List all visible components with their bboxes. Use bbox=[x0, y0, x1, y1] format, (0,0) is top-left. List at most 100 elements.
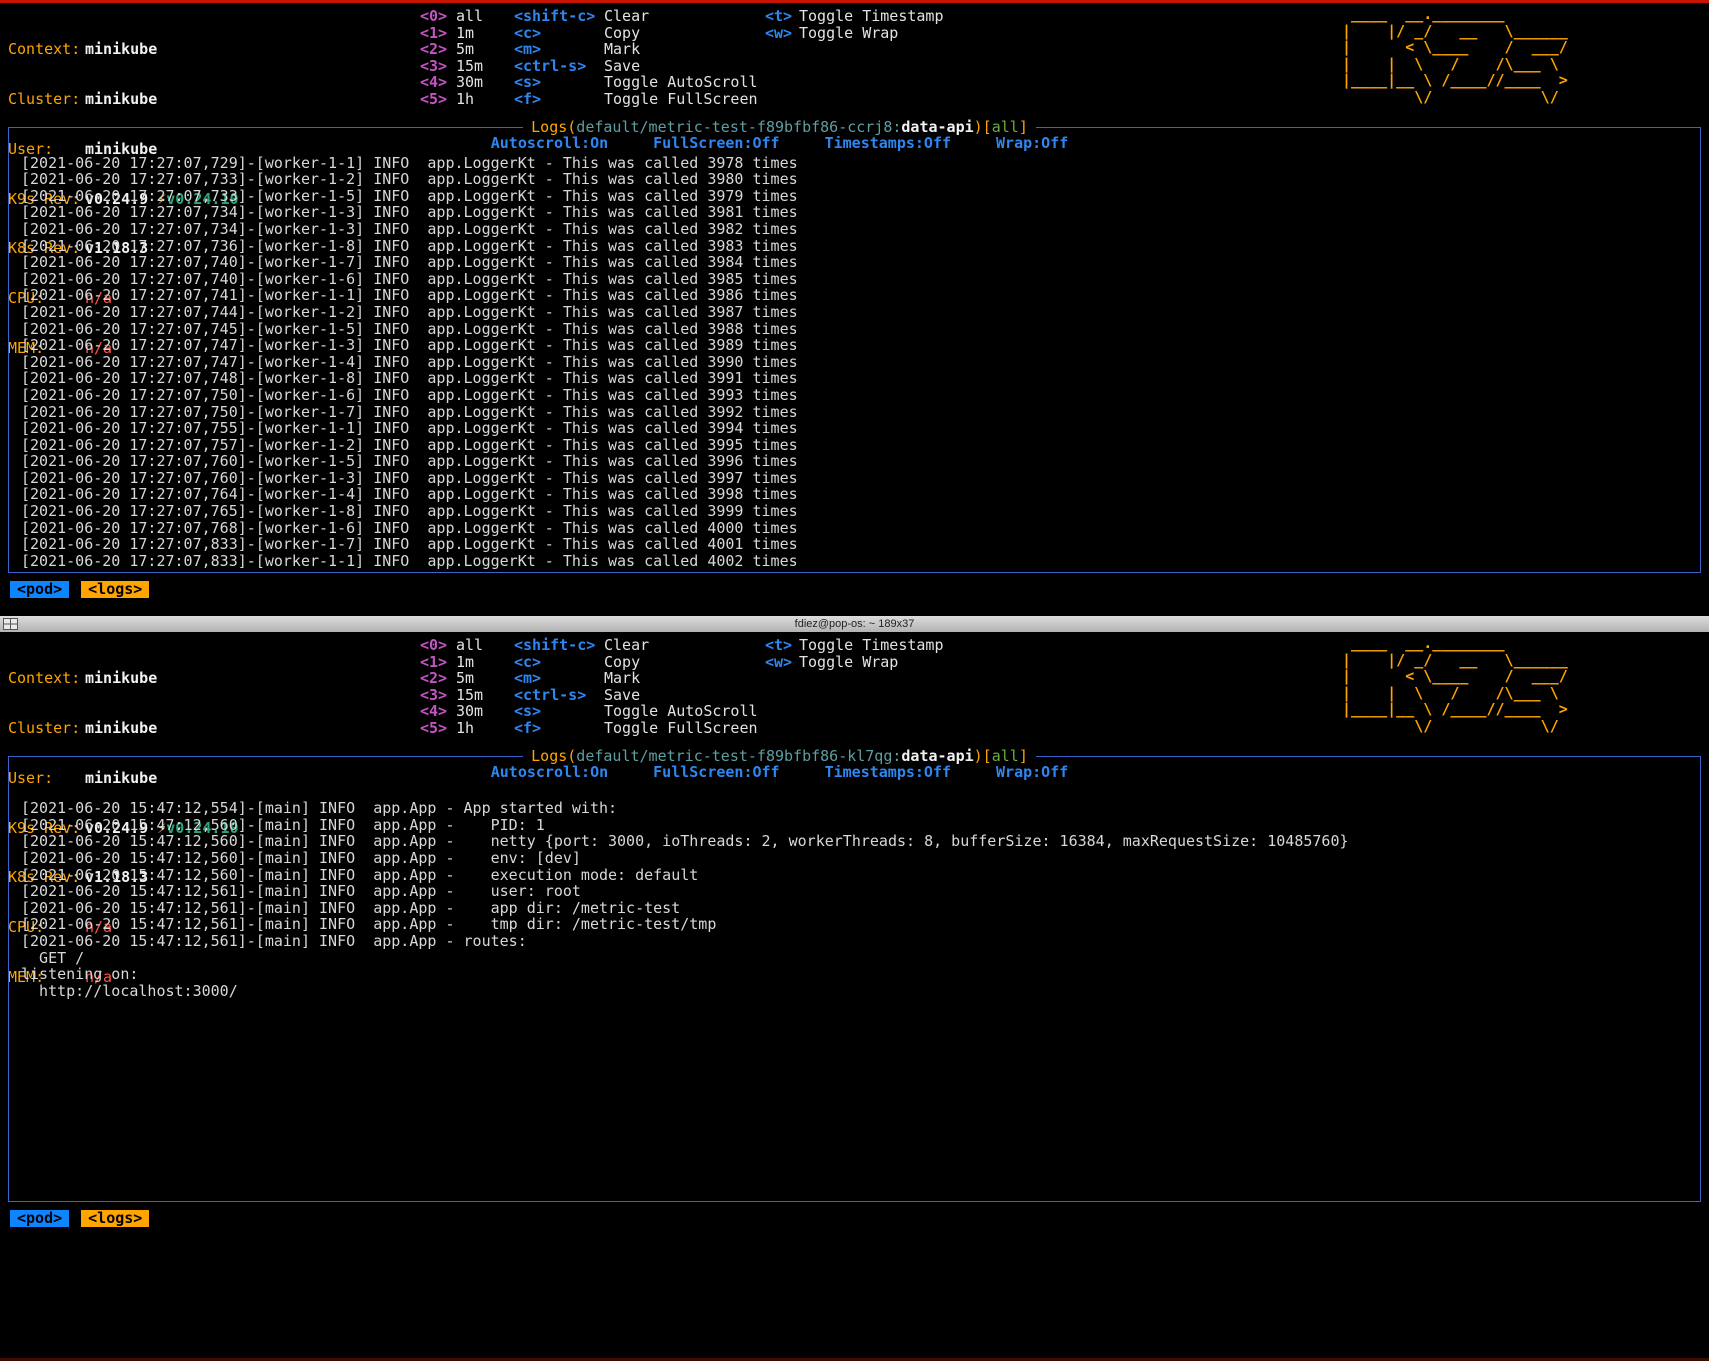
hotkey-label: 1m bbox=[456, 652, 475, 671]
hotkey-label: all bbox=[456, 7, 484, 25]
log-title-row: Logs(default/metric-test-f89bfbf86-kl7qg… bbox=[9, 747, 1550, 765]
log-line: [2021-06-20 17:27:07,755]-[worker-1-1] I… bbox=[21, 419, 798, 438]
menu-item: <3> 15m bbox=[420, 57, 483, 75]
hotkey-label: Toggle AutoScroll bbox=[604, 73, 758, 92]
log-line: [2021-06-20 17:27:07,833]-[worker-1-1] I… bbox=[21, 551, 798, 570]
log-line: [2021-06-20 17:27:07,750]-[worker-1-7] I… bbox=[21, 402, 798, 421]
hotkey-label: Save bbox=[604, 685, 641, 704]
cluster-row: Cluster: minikube bbox=[8, 720, 239, 737]
hotkey-label: Toggle AutoScroll bbox=[604, 702, 758, 721]
hotkey-label: Clear bbox=[604, 7, 650, 25]
context-label: Context: bbox=[8, 40, 81, 59]
log-line: [2021-06-20 17:27:07,757]-[worker-1-2] I… bbox=[21, 435, 798, 454]
hotkey: <c> bbox=[514, 23, 542, 42]
log-line: http://localhost:3000/ bbox=[21, 981, 238, 1000]
menu-item: <5> 1h bbox=[420, 91, 483, 108]
terminal-group-icon[interactable] bbox=[3, 618, 18, 630]
log-line: [2021-06-20 17:27:07,760]-[worker-1-3] I… bbox=[21, 468, 798, 487]
cluster-value: minikube bbox=[85, 89, 158, 108]
terminal-title: fdiez@pop-os: ~ 189x37 bbox=[794, 618, 915, 630]
menu-actions: <shift-c> Clear <c> Copy <m> Mark <ctrl-s> Save… bbox=[514, 637, 758, 737]
menu-actions: <shift-c> Clear <c> Copy <m> Mark <ctrl-s> Save… bbox=[514, 8, 758, 108]
hotkey-label: 15m bbox=[456, 685, 484, 704]
title-container-name: data-api bbox=[901, 118, 974, 136]
log-line: [2021-06-20 17:27:07,750]-[worker-1-6] I… bbox=[21, 385, 798, 404]
menu-item: <f> Toggle FullScreen bbox=[514, 720, 758, 737]
cluster-label: Cluster: bbox=[8, 89, 81, 108]
hotkey-label: Mark bbox=[604, 40, 641, 59]
log-line: listening on: bbox=[21, 965, 139, 984]
k9s-pane-top: Context: minikube Cluster: minikube User: m… bbox=[0, 3, 1709, 616]
log-line: [2021-06-20 17:27:07,748]-[worker-1-8] I… bbox=[21, 369, 798, 388]
k9s-header: Context: minikube Cluster: minikube User: m… bbox=[0, 632, 1709, 985]
menu-item: <4> 30m bbox=[420, 74, 483, 91]
menu-item: <2> 5m bbox=[420, 670, 483, 687]
hotkey: <w> bbox=[765, 23, 793, 42]
menu-item: <3> 15m bbox=[420, 685, 484, 704]
log-line: [2021-06-20 17:27:07,736]-[worker-1-8] I… bbox=[21, 236, 798, 255]
menu-item: <0> all bbox=[420, 637, 483, 654]
log-line: [2021-06-20 15:47:12,561]-[main] INFO ap… bbox=[21, 931, 527, 950]
menu-toggles: <t> Toggle Timestamp <w> Toggle Wrap bbox=[765, 637, 944, 670]
hotkey: <t> bbox=[765, 636, 793, 654]
menu-item: <s> Toggle AutoScroll bbox=[514, 703, 758, 720]
log-line: [2021-06-20 17:27:07,744]-[worker-1-2] I… bbox=[21, 302, 798, 321]
status-indicator: FullScreen:Off bbox=[653, 134, 780, 152]
hotkey-label: Toggle Timestamp bbox=[799, 636, 944, 654]
log-line: [2021-06-20 17:27:07,733]-[worker-1-2] I… bbox=[21, 170, 798, 189]
log-line: [2021-06-20 15:47:12,561]-[main] INFO ap… bbox=[21, 915, 717, 934]
log-line: [2021-06-20 17:27:07,760]-[worker-1-5] I… bbox=[21, 452, 798, 471]
context-row: Context: minikube bbox=[8, 670, 239, 687]
terminal-titlebar[interactable]: fdiez@pop-os: ~ 189x37 bbox=[0, 616, 1709, 632]
menu-item: <ctrl-s> Save bbox=[514, 685, 758, 704]
k9s-logo: ____ __.________ | |/ _/ __ \______ | < … bbox=[1342, 5, 1568, 106]
status-indicator: Timestamps:Off bbox=[824, 763, 952, 781]
log-line: [2021-06-20 17:27:07,741]-[worker-1-1] I… bbox=[21, 286, 798, 305]
cluster-label: Cluster: bbox=[8, 718, 81, 737]
hotkey: <4> bbox=[420, 73, 448, 92]
hotkey-label: 30m bbox=[456, 702, 484, 721]
context-row: Context: minikube bbox=[8, 41, 239, 58]
title-pod-path: default/metric-test-f89bfbf86-kl7qg: bbox=[576, 747, 902, 765]
hotkey: <ctrl-s> bbox=[514, 56, 587, 75]
breadcrumb[interactable]: <logs> bbox=[81, 581, 150, 598]
cluster-row: Cluster: minikube bbox=[8, 91, 239, 108]
log-title-row: Logs(default/metric-test-f89bfbf86-ccrj8… bbox=[9, 118, 1550, 136]
menu-toggles: <t> Toggle Timestamp <w> Toggle Wrap bbox=[765, 8, 944, 41]
hotkey: <m> bbox=[514, 40, 542, 59]
hotkey: <shift-c> bbox=[514, 7, 596, 25]
log-line: [2021-06-20 17:27:07,729]-[worker-1-1] I… bbox=[21, 153, 798, 172]
log-line: [2021-06-20 15:47:12,554]-[main] INFO ap… bbox=[21, 799, 618, 818]
log-content[interactable]: [2021-06-20 17:27:07,729]-[worker-1-1] I… bbox=[9, 152, 1700, 570]
title-scope: all bbox=[991, 118, 1019, 136]
hotkey: <5> bbox=[420, 718, 448, 737]
log-line: [2021-06-20 17:27:07,768]-[worker-1-6] I… bbox=[21, 518, 798, 537]
log-line: [2021-06-20 17:27:07,734]-[worker-1-3] I… bbox=[21, 203, 798, 222]
context-value: minikube bbox=[85, 40, 158, 59]
log-line: [2021-06-20 17:27:07,747]-[worker-1-3] I… bbox=[21, 336, 798, 355]
log-line: [2021-06-20 17:27:07,733]-[worker-1-5] I… bbox=[21, 186, 798, 205]
context-value: minikube bbox=[85, 669, 158, 688]
hotkey-label: Toggle Timestamp bbox=[799, 7, 944, 25]
hotkey-label: Toggle Wrap bbox=[799, 652, 899, 671]
hotkey-label: 1m bbox=[456, 23, 475, 42]
hotkey: <shift-c> bbox=[514, 636, 596, 654]
hotkey: <f> bbox=[514, 89, 542, 108]
hotkey-label: Toggle Wrap bbox=[799, 23, 899, 42]
breadcrumb[interactable]: <pod> bbox=[10, 1210, 70, 1227]
log-line: [2021-06-20 15:47:12,560]-[main] INFO ap… bbox=[21, 865, 699, 884]
log-content[interactable]: [2021-06-20 15:47:12,554]-[main] INFO ap… bbox=[9, 781, 1700, 1000]
hotkey-label: 30m bbox=[456, 73, 484, 92]
breadcrumb[interactable]: <logs> bbox=[81, 1210, 150, 1227]
log-line: [2021-06-20 15:47:12,560]-[main] INFO ap… bbox=[21, 832, 1349, 851]
log-line: [2021-06-20 17:27:07,833]-[worker-1-7] I… bbox=[21, 535, 798, 554]
log-line: [2021-06-20 15:47:12,560]-[main] INFO ap… bbox=[21, 848, 581, 867]
breadcrumb[interactable]: <pod> bbox=[10, 581, 70, 598]
hotkey-label: Clear bbox=[604, 636, 650, 654]
k9s-header: Context: minikube Cluster: minikube User: m… bbox=[0, 3, 1709, 356]
log-viewer: Logs(default/metric-test-f89bfbf86-ccrj8… bbox=[8, 118, 1701, 573]
hotkey: <s> bbox=[514, 702, 542, 721]
title-bracket-close: ] bbox=[1018, 118, 1028, 136]
menu-item: <5> 1h bbox=[420, 720, 483, 737]
